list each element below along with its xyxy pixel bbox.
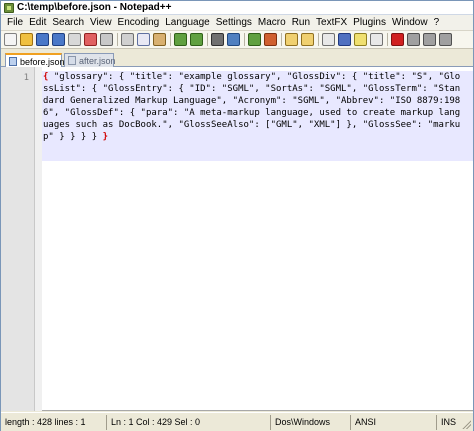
undo-icon[interactable] xyxy=(174,33,187,46)
file-icon xyxy=(68,56,76,65)
close-icon[interactable] xyxy=(68,33,81,46)
menu-plugins[interactable]: Plugins xyxy=(350,15,389,30)
file-icon xyxy=(9,57,17,66)
menu-textfx[interactable]: TextFX xyxy=(313,15,350,30)
notepad-window: C:\temp\before.json - Notepad++ File Edi… xyxy=(0,0,474,431)
zoom-in-icon[interactable] xyxy=(248,33,261,46)
status-eol-format[interactable]: Dos\Windows xyxy=(271,414,351,430)
tab-before-json[interactable]: before.json xyxy=(5,53,65,68)
copy-icon[interactable] xyxy=(137,33,150,46)
record-macro-icon[interactable] xyxy=(391,33,404,46)
menu-edit[interactable]: Edit xyxy=(26,15,49,30)
menu-help[interactable]: ? xyxy=(431,15,443,30)
indent-guide-icon[interactable] xyxy=(354,33,367,46)
zoom-out-icon[interactable] xyxy=(264,33,277,46)
status-encoding[interactable]: ANSI xyxy=(351,414,437,430)
toolbar-separator xyxy=(244,33,245,46)
toolbar-separator xyxy=(387,33,388,46)
toolbar-separator xyxy=(117,33,118,46)
title-bar[interactable]: C:\temp\before.json - Notepad++ xyxy=(1,1,473,15)
sync-vertical-icon[interactable] xyxy=(285,33,298,46)
matched-close-brace: } xyxy=(102,132,109,143)
menu-view[interactable]: View xyxy=(87,15,115,30)
menu-run[interactable]: Run xyxy=(289,15,313,30)
status-length-lines: length : 428 lines : 1 xyxy=(1,414,107,430)
notepad-app-icon[interactable] xyxy=(4,2,14,13)
toolbar xyxy=(1,31,473,49)
window-title: C:\temp\before.json - Notepad++ xyxy=(17,2,172,13)
new-file-icon[interactable] xyxy=(4,33,17,46)
stop-record-icon[interactable] xyxy=(407,33,420,46)
toolbar-separator xyxy=(207,33,208,46)
user-language-icon[interactable] xyxy=(370,33,383,46)
toolbar-separator xyxy=(281,33,282,46)
show-all-chars-icon[interactable] xyxy=(338,33,351,46)
menu-language[interactable]: Language xyxy=(162,15,213,30)
tab-label: before.json xyxy=(20,56,65,67)
toolbar-separator xyxy=(170,33,171,46)
tab-after-json[interactable]: after.json xyxy=(64,53,116,67)
line-number-gutter[interactable]: 1 xyxy=(1,67,35,411)
open-file-icon[interactable] xyxy=(20,33,33,46)
redo-icon[interactable] xyxy=(190,33,203,46)
close-all-icon[interactable] xyxy=(84,33,97,46)
status-position: Ln : 1 Col : 429 Sel : 0 xyxy=(107,414,271,430)
code-text[interactable]: { "glossary": { "title": "example glossa… xyxy=(43,71,463,144)
menu-macro[interactable]: Macro xyxy=(255,15,289,30)
resize-grip-icon[interactable] xyxy=(462,420,471,429)
play-multiple-icon[interactable] xyxy=(439,33,452,46)
paste-icon[interactable] xyxy=(153,33,166,46)
replace-icon[interactable] xyxy=(227,33,240,46)
toolbar-separator xyxy=(318,33,319,46)
tab-label: after.json xyxy=(79,55,116,66)
menu-encoding[interactable]: Encoding xyxy=(115,15,163,30)
find-icon[interactable] xyxy=(211,33,224,46)
menu-search[interactable]: Search xyxy=(49,15,87,30)
save-icon[interactable] xyxy=(36,33,49,46)
cut-icon[interactable] xyxy=(121,33,134,46)
editor-pane[interactable]: 1 { "glossary": { "title": "example glos… xyxy=(1,67,473,411)
line-number: 1 xyxy=(23,73,29,83)
print-icon[interactable] xyxy=(100,33,113,46)
sync-horizontal-icon[interactable] xyxy=(301,33,314,46)
menu-window[interactable]: Window xyxy=(389,15,431,30)
tab-bar: before.json after.json xyxy=(1,51,473,68)
menu-settings[interactable]: Settings xyxy=(213,15,255,30)
status-bar: length : 428 lines : 1 Ln : 1 Col : 429 … xyxy=(1,412,473,431)
menu-file[interactable]: File xyxy=(4,15,26,30)
play-macro-icon[interactable] xyxy=(423,33,436,46)
save-all-icon[interactable] xyxy=(52,33,65,46)
menu-bar: File Edit Search View Encoding Language … xyxy=(1,15,473,31)
word-wrap-icon[interactable] xyxy=(322,33,335,46)
fold-margin[interactable] xyxy=(35,67,42,411)
